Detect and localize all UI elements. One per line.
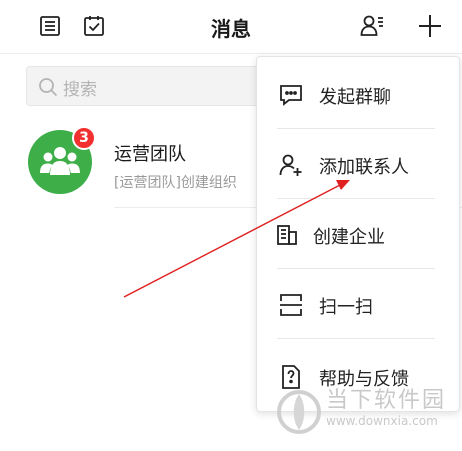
menu-item-create-enterprise[interactable]: 创建企业 bbox=[257, 199, 459, 269]
watermark: 当下软件园 www.downxia.com bbox=[276, 380, 456, 444]
watermark-logo-icon bbox=[277, 390, 321, 434]
search-placeholder: 搜索 bbox=[63, 80, 97, 100]
group-chat-icon bbox=[277, 81, 305, 109]
plus-dropdown-menu: 发起群聊 添加联系人 创建企业 扫一扫 帮助与反馈 bbox=[256, 56, 460, 412]
contacts-icon[interactable] bbox=[358, 12, 386, 40]
group-icon bbox=[40, 147, 80, 175]
menu-item-scan[interactable]: 扫一扫 bbox=[257, 269, 459, 339]
menu-item-label: 发起群聊 bbox=[319, 87, 391, 108]
watermark-url: www.downxia.com bbox=[326, 414, 438, 428]
conversation-preview: [运营团队]创建组织 bbox=[114, 175, 237, 191]
divider bbox=[277, 338, 435, 339]
page-title: 消息 bbox=[211, 17, 251, 41]
menu-item-label: 扫一扫 bbox=[319, 297, 373, 318]
scan-icon bbox=[277, 291, 305, 319]
menu-item-start-group-chat[interactable]: 发起群聊 bbox=[257, 59, 459, 129]
menu-item-label: 添加联系人 bbox=[319, 157, 409, 178]
building-icon bbox=[273, 221, 301, 249]
menu-item-add-contact[interactable]: 添加联系人 bbox=[257, 129, 459, 199]
add-contact-icon bbox=[277, 151, 305, 179]
search-icon bbox=[37, 76, 59, 98]
search-bar[interactable]: 搜索 bbox=[26, 66, 266, 106]
unread-badge: 3 bbox=[72, 126, 96, 150]
watermark-text: 当下软件园 bbox=[326, 388, 447, 413]
menu-item-label: 创建企业 bbox=[313, 227, 385, 248]
top-bar: 消息 bbox=[0, 0, 462, 54]
conversation-name: 运营团队 bbox=[114, 144, 186, 165]
plus-icon[interactable] bbox=[416, 12, 444, 40]
